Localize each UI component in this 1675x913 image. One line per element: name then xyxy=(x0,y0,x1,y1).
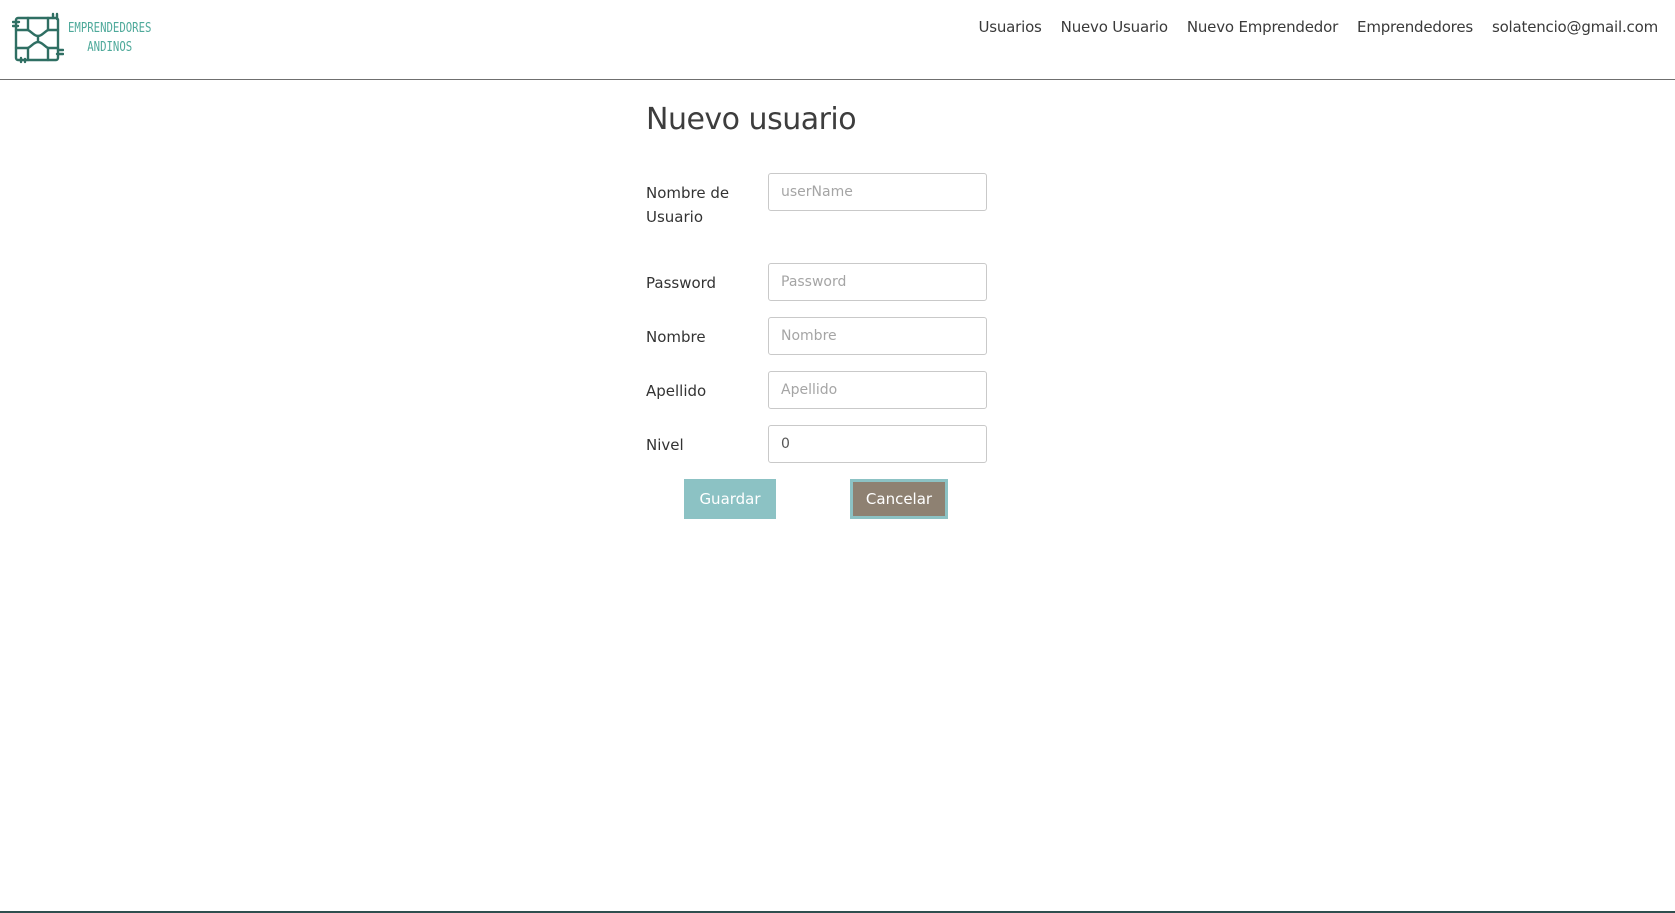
brand-logo-link[interactable]: EMPRENDEDORES ANDINOS xyxy=(12,12,170,64)
nombre-label: Nombre xyxy=(646,328,706,346)
nav-link-emprendedores[interactable]: Emprendedores xyxy=(1348,17,1483,37)
form-row-password: Password xyxy=(646,263,996,301)
nav-link-usuarios[interactable]: Usuarios xyxy=(969,17,1051,37)
page-title: Nuevo usuario xyxy=(646,102,857,137)
username-input[interactable] xyxy=(768,173,987,211)
hands-logo-icon xyxy=(12,12,64,64)
navbar: EMPRENDEDORES ANDINOS Usuarios Nuevo Usu… xyxy=(0,0,1675,80)
form-actions: Guardar Cancelar xyxy=(646,479,996,519)
main-nav: Usuarios Nuevo Usuario Nuevo Emprendedor… xyxy=(969,17,1658,37)
apellido-label: Apellido xyxy=(646,382,707,400)
form-row-apellido: Apellido xyxy=(646,371,996,409)
brand-name-line1: EMPRENDEDORES xyxy=(68,21,152,36)
apellido-input[interactable] xyxy=(768,371,987,409)
password-label: Password xyxy=(646,274,717,292)
nivel-input[interactable] xyxy=(768,425,987,463)
password-input[interactable] xyxy=(768,263,987,301)
main-content: Nuevo usuario Nombre de Usuario Password… xyxy=(646,80,996,519)
nav-link-nuevo-emprendedor[interactable]: Nuevo Emprendedor xyxy=(1177,17,1347,37)
form-row-nivel: Nivel xyxy=(646,425,996,463)
nombre-input[interactable] xyxy=(768,317,987,355)
username-label: Nombre de Usuario xyxy=(646,184,730,226)
brand-name-line2: ANDINOS xyxy=(87,40,133,55)
save-button[interactable]: Guardar xyxy=(684,479,776,519)
form-row-nombre: Nombre xyxy=(646,317,996,355)
cancel-button[interactable]: Cancelar xyxy=(850,479,948,519)
new-user-form: Nombre de Usuario Password Nombre Apelli… xyxy=(646,173,996,519)
nav-link-nuevo-usuario[interactable]: Nuevo Usuario xyxy=(1051,17,1177,37)
form-row-username: Nombre de Usuario xyxy=(646,173,996,229)
nivel-label: Nivel xyxy=(646,436,684,454)
brand-name: EMPRENDEDORES ANDINOS xyxy=(68,19,151,57)
nav-link-user-email[interactable]: solatencio@gmail.com xyxy=(1482,17,1658,37)
